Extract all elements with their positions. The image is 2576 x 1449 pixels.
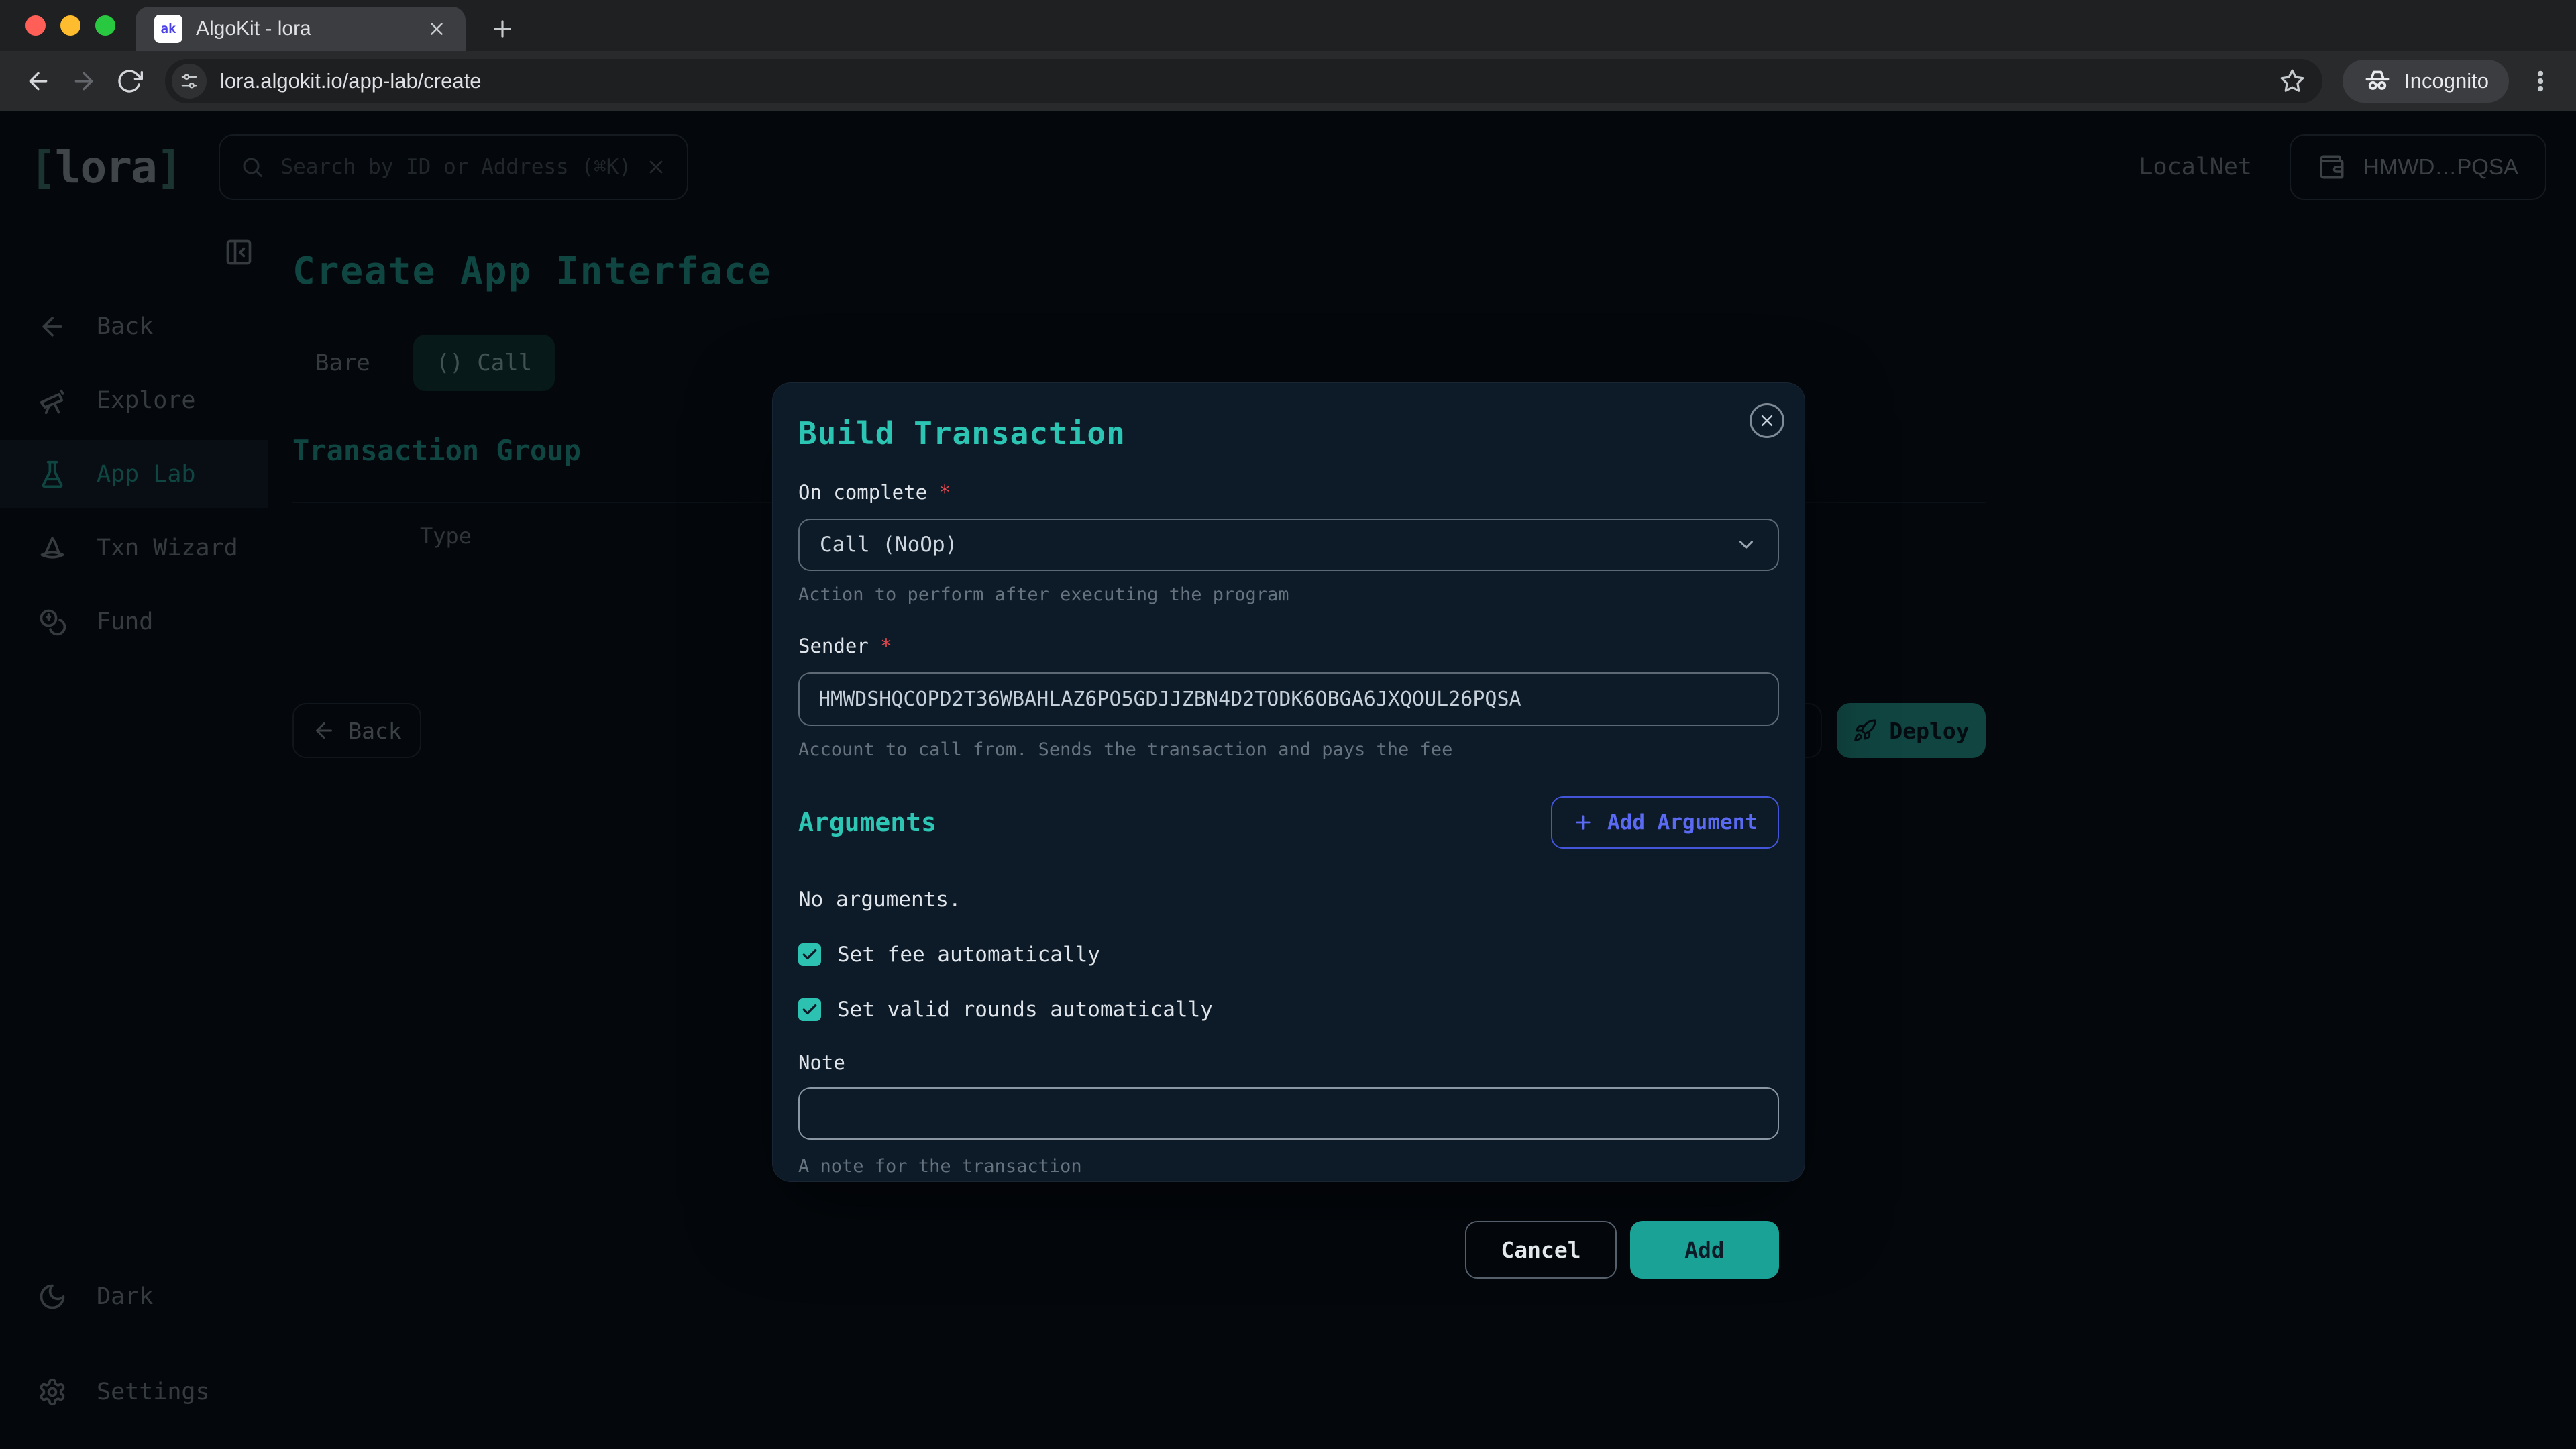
on-complete-value: Call (NoOp): [820, 533, 957, 557]
page-content: [lora] LocalNet HMWD…PQSA Back: [0, 111, 2576, 1449]
incognito-icon: [2363, 66, 2392, 96]
tab-favicon: ak: [154, 15, 182, 43]
on-complete-helper: Action to perform after executing the pr…: [798, 584, 1779, 605]
window-controls: [0, 0, 136, 51]
add-button[interactable]: Add: [1630, 1221, 1779, 1279]
arguments-title: Arguments: [798, 808, 936, 837]
checkbox-checked-icon[interactable]: [798, 998, 821, 1021]
on-complete-label: On complete *: [798, 481, 1779, 504]
tab-close-icon[interactable]: [427, 19, 447, 39]
chevron-down-icon: [1735, 533, 1758, 556]
set-valid-rounds-label: Set valid rounds automatically: [837, 998, 1213, 1022]
tab-strip: ak AlgoKit - lora: [0, 0, 2576, 51]
reload-icon[interactable]: [110, 62, 149, 101]
browser-menu-icon[interactable]: [2528, 68, 2553, 94]
url-text: lora.algokit.io/app-lab/create: [220, 69, 2266, 93]
site-info-icon[interactable]: [172, 64, 207, 99]
note-label: Note: [798, 1051, 1779, 1074]
required-asterisk: *: [939, 481, 951, 504]
no-arguments-text: No arguments.: [798, 888, 1779, 912]
tab-title: AlgoKit - lora: [196, 17, 413, 40]
new-tab-button[interactable]: [490, 16, 515, 42]
incognito-badge: Incognito: [2343, 60, 2509, 103]
modal-footer: Cancel Add: [798, 1221, 1779, 1279]
note-helper: A note for the transaction: [798, 1156, 1779, 1177]
browser-toolbar: lora.algokit.io/app-lab/create Incognito: [0, 51, 2576, 111]
window-close-button[interactable]: [25, 15, 46, 36]
arguments-header: Arguments Add Argument: [798, 796, 1779, 849]
window-minimize-button[interactable]: [60, 15, 80, 36]
set-valid-rounds-checkbox-row[interactable]: Set valid rounds automatically: [798, 998, 1779, 1022]
set-fee-label: Set fee automatically: [837, 943, 1100, 967]
cancel-button[interactable]: Cancel: [1465, 1221, 1617, 1279]
incognito-label: Incognito: [2404, 69, 2489, 93]
note-input[interactable]: [798, 1087, 1779, 1140]
close-icon[interactable]: [1750, 403, 1784, 438]
sender-label: Sender *: [798, 635, 1779, 657]
back-nav-icon[interactable]: [19, 62, 58, 101]
sender-helper: Account to call from. Sends the transact…: [798, 739, 1779, 760]
add-argument-button[interactable]: Add Argument: [1551, 796, 1779, 849]
required-asterisk: *: [880, 635, 892, 657]
modal-title: Build Transaction: [798, 415, 1779, 451]
bookmark-star-icon[interactable]: [2279, 68, 2305, 94]
sender-input[interactable]: [798, 672, 1779, 726]
forward-nav-icon[interactable]: [64, 62, 103, 101]
set-fee-checkbox-row[interactable]: Set fee automatically: [798, 943, 1779, 967]
url-bar[interactable]: lora.algokit.io/app-lab/create: [165, 59, 2322, 103]
on-complete-select[interactable]: Call (NoOp): [798, 519, 1779, 571]
checkbox-checked-icon[interactable]: [798, 943, 821, 966]
browser-chrome: ak AlgoKit - lora lora.algokit.io/app-la…: [0, 0, 2576, 111]
plus-icon: [1572, 812, 1594, 833]
browser-tab[interactable]: ak AlgoKit - lora: [136, 7, 466, 51]
window-zoom-button[interactable]: [95, 15, 115, 36]
build-transaction-modal: Build Transaction On complete * Call (No…: [772, 382, 1805, 1182]
